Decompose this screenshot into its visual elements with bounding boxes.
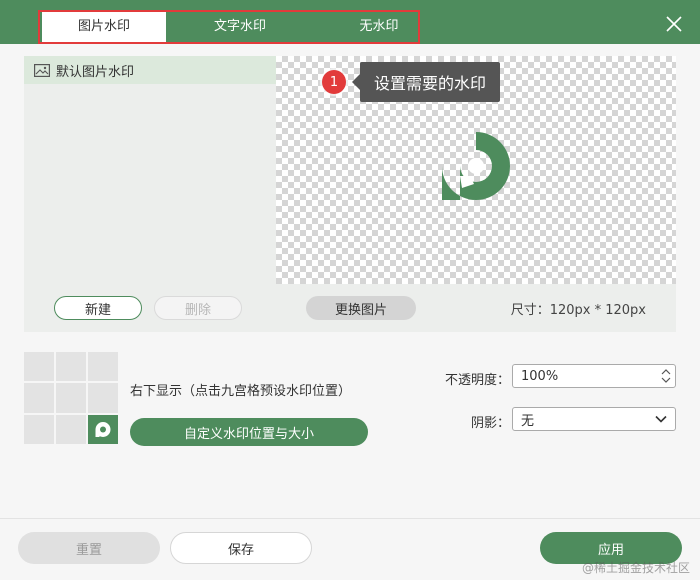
new-button[interactable]: 新建 xyxy=(54,296,142,320)
image-icon xyxy=(34,63,50,77)
list-item-default-image-watermark[interactable]: 默认图片水印 xyxy=(24,56,276,84)
save-button[interactable]: 保存 xyxy=(170,532,312,564)
grid-cell-middle-center[interactable] xyxy=(56,383,86,413)
tab-image-watermark[interactable]: 图片水印 xyxy=(42,12,166,42)
site-watermark: @稀土掘金技术社区 xyxy=(581,561,690,575)
grid-cell-middle-right[interactable] xyxy=(88,383,118,413)
watermark-list-panel: 默认图片水印 新建 删除 xyxy=(24,56,276,332)
custom-position-button[interactable]: 自定义水印位置与大小 xyxy=(130,418,368,446)
delete-button[interactable]: 删除 xyxy=(154,296,242,320)
tab-no-watermark[interactable]: 无水印 xyxy=(316,12,442,42)
close-icon[interactable] xyxy=(666,16,682,32)
shadow-value: 无 xyxy=(521,413,535,429)
reset-button[interactable]: 重置 xyxy=(18,532,160,564)
size-label: 尺寸：120px * 120px xyxy=(510,303,646,318)
watermark-logo-icon xyxy=(95,421,111,437)
replace-image-button[interactable]: 更换图片 xyxy=(306,296,416,320)
list-item-label: 默认图片水印 xyxy=(56,64,135,80)
step-badge: 1 xyxy=(322,70,346,94)
position-grid xyxy=(24,352,118,444)
footer-divider xyxy=(0,518,700,519)
grid-cell-bottom-right[interactable] xyxy=(88,414,118,444)
grid-cell-bottom-left[interactable] xyxy=(24,414,54,444)
opacity-stepper[interactable]: 100% xyxy=(512,364,676,388)
tooltip-text: 设置需要的水印 xyxy=(351,62,501,102)
preview-toolbar: 更换图片 尺寸：120px * 120px xyxy=(276,284,676,332)
position-description: 右下显示（点击九宫格预设水印位置） xyxy=(130,384,352,399)
shadow-select[interactable]: 无 xyxy=(512,407,676,431)
grid-cell-bottom-center[interactable] xyxy=(56,414,86,444)
watermark-logo-icon xyxy=(442,132,510,200)
chevron-down-icon xyxy=(655,415,667,423)
guide-tooltip: 1 设置需要的水印 xyxy=(322,62,501,102)
grid-cell-middle-left[interactable] xyxy=(24,383,54,413)
stepper-arrows-icon[interactable] xyxy=(661,367,671,385)
grid-cell-top-center[interactable] xyxy=(56,352,86,382)
grid-cell-top-left[interactable] xyxy=(24,352,54,382)
grid-cell-top-right[interactable] xyxy=(88,352,118,382)
shadow-label: 阴影： xyxy=(470,416,510,431)
title-bar: 图片水印 文字水印 无水印 xyxy=(0,0,700,44)
tab-text-watermark[interactable]: 文字水印 xyxy=(176,12,304,42)
opacity-value: 100% xyxy=(521,368,559,384)
opacity-label: 不透明度： xyxy=(444,373,510,388)
